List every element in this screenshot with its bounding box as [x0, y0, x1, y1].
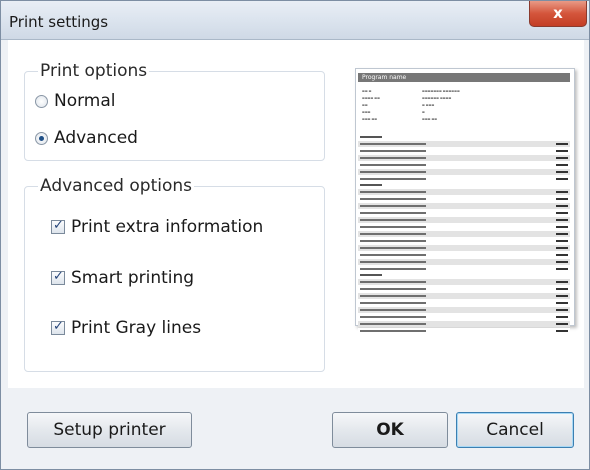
checkmark-icon: ✓ — [53, 269, 64, 284]
preview-row — [358, 176, 570, 182]
radio-advanced-circle[interactable] — [35, 131, 48, 145]
setup-printer-button[interactable]: Setup printer — [27, 412, 192, 448]
checkbox-print-extra-information[interactable]: ✓ Print extra information — [51, 217, 263, 237]
preview-row — [358, 266, 570, 272]
window-title: Print settings — [9, 13, 109, 31]
preview-section-heading — [358, 183, 570, 188]
checkbox-label: Print Gray lines — [71, 318, 202, 338]
preview-row — [358, 259, 570, 265]
print-options-label: Print options — [38, 61, 150, 81]
print-settings-dialog: Print settings x Print options Normal Ad… — [0, 0, 590, 470]
preview-row — [358, 279, 570, 285]
checkbox-box[interactable]: ✓ — [51, 269, 65, 285]
preview-page: Program name ▬▬ ▬ ▬▬▬▬▬▬▬ ▬▬▬▬▬▬ ▬▬▬▬ ▬▬ ▬… — [358, 73, 570, 334]
preview-row — [358, 231, 570, 237]
preview-row — [358, 321, 570, 327]
radio-advanced-label: Advanced — [54, 128, 138, 148]
checkbox-label: Print extra information — [71, 217, 264, 237]
preview-row — [358, 169, 570, 175]
advanced-options-label: Advanced options — [38, 176, 194, 196]
preview-row — [358, 238, 570, 244]
preview-row — [358, 189, 570, 195]
radio-normal-circle[interactable] — [35, 94, 48, 108]
preview-row — [358, 252, 570, 258]
preview-header: Program name — [358, 73, 570, 82]
preview-row — [358, 245, 570, 251]
cancel-button[interactable]: Cancel — [456, 412, 574, 448]
preview-row — [358, 224, 570, 230]
checkbox-print-gray-lines[interactable]: ✓ Print Gray lines — [51, 318, 201, 338]
checkbox-box[interactable]: ✓ — [51, 319, 65, 335]
preview-row — [358, 293, 570, 299]
checkmark-icon: ✓ — [53, 218, 64, 233]
preview-row — [358, 203, 570, 209]
preview-row — [358, 307, 570, 313]
checkbox-smart-printing[interactable]: ✓ Smart printing — [51, 268, 194, 288]
preview-row — [358, 328, 570, 334]
preview-row — [358, 155, 570, 161]
checkbox-box[interactable]: ✓ — [51, 218, 65, 234]
preview-row — [358, 286, 570, 292]
radio-advanced[interactable]: Advanced — [35, 128, 138, 148]
checkmark-icon: ✓ — [53, 319, 64, 334]
radio-normal[interactable]: Normal — [35, 91, 116, 111]
preview-section-heading — [358, 135, 570, 140]
preview-row — [358, 141, 570, 147]
dialog-body: Print options Normal Advanced Advanced o… — [8, 40, 584, 388]
preview-row — [358, 210, 570, 216]
preview-row — [358, 162, 570, 168]
preview-section-heading — [358, 273, 570, 278]
ok-button[interactable]: OK — [332, 412, 448, 448]
close-button[interactable]: x — [529, 1, 587, 27]
preview-row — [358, 314, 570, 320]
close-icon: x — [553, 4, 563, 22]
preview-row — [358, 148, 570, 154]
preview-meta: ▬▬ ▬ ▬▬▬▬▬▬▬ ▬▬▬▬▬▬ ▬▬▬▬ ▬▬ ▬▬▬▬▬▬ ▬▬▬▬ ▬▬… — [362, 89, 460, 121]
preview-row — [358, 217, 570, 223]
dialog-footer: Setup printer OK Cancel — [1, 389, 589, 469]
title-bar[interactable]: Print settings x — [1, 1, 589, 40]
preview-rows — [358, 135, 570, 335]
preview-row — [358, 196, 570, 202]
print-preview: Program name ▬▬ ▬ ▬▬▬▬▬▬▬ ▬▬▬▬▬▬ ▬▬▬▬ ▬▬ ▬… — [355, 68, 575, 334]
preview-row — [358, 300, 570, 306]
checkbox-label: Smart printing — [71, 268, 195, 288]
radio-normal-label: Normal — [54, 91, 116, 111]
